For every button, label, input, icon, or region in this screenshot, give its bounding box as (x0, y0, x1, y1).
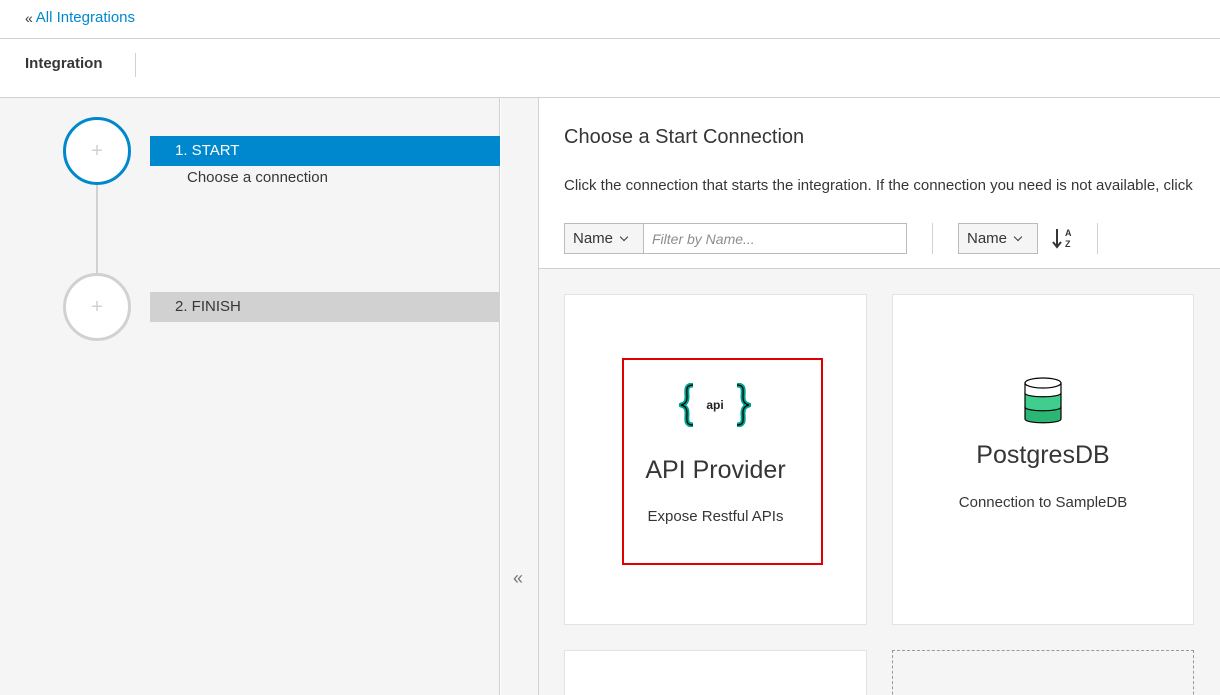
postgresdb-card[interactable]: PostgresDB Connection to SampleDB (892, 294, 1194, 625)
connection-card-grid: api API Provider Expose Restful APIs Pos… (539, 268, 1220, 695)
main-content: Choose a Start Connection Click the conn… (539, 98, 1220, 695)
card-name: PostgresDB (976, 441, 1110, 469)
step-start-bar[interactable]: 1. START (150, 136, 500, 166)
step-start-subtitle: Choose a connection (187, 169, 328, 186)
sort-field-label: Name (967, 230, 1008, 247)
breadcrumb: « All Integrations (25, 9, 135, 26)
toolbar-divider (932, 223, 933, 254)
header-divider (135, 53, 136, 77)
selection-highlight (622, 358, 823, 565)
double-chevron-left-icon: « (25, 9, 33, 26)
filter-type-label: Name (573, 230, 614, 247)
chevron-down-icon (1013, 232, 1023, 242)
breadcrumb-bar: « All Integrations (0, 0, 1220, 39)
step-panel: + 1. START Choose a connection + 2. FINI… (0, 98, 500, 695)
main-description: Click the connection that starts the int… (564, 177, 1193, 194)
connection-card[interactable] (564, 650, 867, 695)
plus-icon: + (91, 139, 103, 162)
step-finish-bar[interactable]: 2. FINISH (150, 292, 500, 322)
card-description: Connection to SampleDB (958, 494, 1128, 511)
step-start-circle[interactable]: + (63, 117, 131, 185)
sort-field-select[interactable]: Name (958, 223, 1038, 254)
filter-type-select[interactable]: Name (564, 223, 644, 254)
api-provider-card[interactable]: api API Provider Expose Restful APIs (564, 294, 867, 625)
database-icon (1024, 377, 1062, 424)
add-connection-card[interactable] (892, 650, 1194, 695)
main-title: Choose a Start Connection (564, 126, 805, 148)
chevron-down-icon (619, 232, 629, 242)
all-integrations-link[interactable]: All Integrations (36, 9, 135, 26)
plus-icon: + (91, 295, 103, 318)
header-bar: Integration (0, 39, 1220, 98)
collapse-chevron-icon[interactable]: « (513, 568, 523, 589)
page-title: Integration (25, 55, 103, 72)
step-connector (96, 185, 98, 273)
collapse-column: « (501, 98, 539, 695)
filter-input[interactable] (643, 223, 907, 254)
step-finish-circle[interactable]: + (63, 273, 131, 341)
toolbar-divider (1097, 223, 1098, 254)
svg-text:Z: Z (1065, 239, 1071, 249)
sort-alpha-asc-icon[interactable]: A Z (1051, 226, 1075, 250)
svg-text:A: A (1065, 228, 1072, 238)
